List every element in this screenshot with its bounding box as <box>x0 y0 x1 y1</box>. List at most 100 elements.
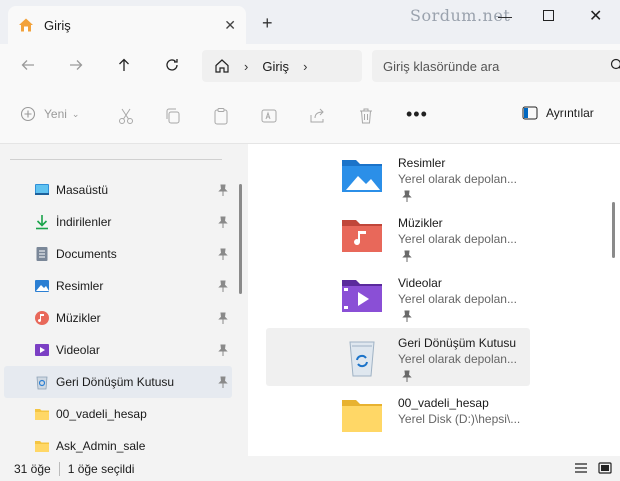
list-item-geri-donusum-kutusu[interactable]: Geri Dönüşüm Kutusu Yerel olarak depolan… <box>266 328 530 386</box>
sidebar-item-label: Resimler <box>56 279 104 293</box>
close-window-button[interactable]: ✕ <box>589 6 602 26</box>
share-icon[interactable] <box>307 106 327 126</box>
details-view-icon[interactable] <box>574 462 588 474</box>
pin-icon <box>402 370 412 382</box>
item-count: 31 öğe <box>14 461 51 476</box>
music-folder-icon <box>342 220 382 252</box>
sidebar-item-videolar[interactable]: Videolar <box>4 334 232 366</box>
chevron-right-icon: › <box>244 58 249 74</box>
video-icon <box>35 344 49 356</box>
maximize-button[interactable] <box>543 10 554 21</box>
item-location: Yerel olarak depolan... <box>398 232 517 246</box>
copy-icon[interactable] <box>163 106 183 126</box>
sidebar-item-geri-donusum-kutusu[interactable]: Geri Dönüşüm Kutusu <box>4 366 232 398</box>
search-icon <box>610 58 620 70</box>
sidebar-item-00-vadeli-hesap[interactable]: 00_vadeli_hesap <box>4 398 232 430</box>
new-button[interactable]: Yeni ⌄ <box>20 106 79 122</box>
pin-icon[interactable] <box>218 248 228 260</box>
desktop-icon <box>35 184 49 195</box>
item-name: Resimler <box>398 156 446 170</box>
new-button-label: Yeni <box>44 107 67 121</box>
chevron-right-icon[interactable]: › <box>303 59 307 74</box>
sidebar-item-indirilenler[interactable]: İndirilenler <box>4 206 232 238</box>
sidebar-scrollbar[interactable] <box>239 184 242 294</box>
sidebar-item-muzikler[interactable]: Müzikler <box>4 302 232 334</box>
status-bar: 31 öğe 1 öğe seçildi <box>0 456 620 481</box>
list-item-videolar[interactable]: Videolar Yerel olarak depolan... <box>266 268 530 326</box>
sidebar-item-label: 00_vadeli_hesap <box>56 407 147 421</box>
sidebar-item-label: Müzikler <box>56 311 101 325</box>
sidebar-item-label: Geri Dönüşüm Kutusu <box>56 375 175 389</box>
item-name: Videolar <box>398 276 442 290</box>
navigation-pane: Masaüstü İndirilenler Documents Resimler… <box>0 144 248 456</box>
tab-title: Giriş <box>44 17 71 33</box>
status-divider <box>58 461 60 476</box>
home-outline-icon <box>215 59 229 73</box>
sidebar-item-label: Masaüstü <box>56 183 109 197</box>
pin-icon[interactable] <box>218 184 228 196</box>
more-options-button[interactable]: ••• <box>406 104 428 125</box>
item-location: Yerel olarak depolan... <box>398 292 517 306</box>
pin-icon[interactable] <box>218 312 228 324</box>
address-bar[interactable]: › Giriş › <box>202 50 362 82</box>
document-icon <box>36 247 48 261</box>
item-name: 00_vadeli_hesap <box>398 396 489 410</box>
details-label: Ayrıntılar <box>546 106 594 120</box>
details-pane-icon <box>522 106 538 120</box>
sidebar-item-masaustu[interactable]: Masaüstü <box>4 174 232 206</box>
content-pane: Resimler Yerel olarak depolan... Müzikle… <box>248 144 620 456</box>
refresh-icon <box>166 59 178 71</box>
tab-close-icon[interactable]: ✕ <box>224 17 236 34</box>
pin-icon[interactable] <box>218 376 228 388</box>
navigation-bar: › Giriş › Giriş klasöründe ara <box>0 44 620 88</box>
minimize-button[interactable]: — <box>498 8 512 24</box>
folder-icon <box>35 441 49 452</box>
list-item-muzikler[interactable]: Müzikler Yerel olarak depolan... <box>266 208 530 266</box>
sidebar-item-label: Videolar <box>56 343 100 357</box>
paste-icon[interactable] <box>211 106 231 126</box>
cut-icon[interactable] <box>116 106 136 126</box>
item-name: Geri Dönüşüm Kutusu <box>398 336 517 350</box>
pin-icon[interactable] <box>218 344 228 356</box>
selection-count: 1 öğe seçildi <box>67 461 135 476</box>
sidebar-item-label: Ask_Admin_sale <box>56 439 146 453</box>
video-folder-icon <box>342 280 382 312</box>
refresh-button[interactable] <box>162 55 182 75</box>
item-name: Müzikler <box>398 216 443 230</box>
tiles-view-icon[interactable] <box>598 462 612 474</box>
sidebar-divider <box>10 159 222 160</box>
up-button[interactable] <box>114 55 134 75</box>
tab-giris[interactable]: Giriş ✕ <box>8 6 246 44</box>
music-icon <box>35 311 49 325</box>
pictures-icon <box>35 280 49 292</box>
search-input[interactable]: Giriş klasöründe ara <box>372 50 620 82</box>
pin-icon <box>402 190 412 202</box>
recycle-bin-icon <box>36 376 48 390</box>
folder-icon <box>342 400 382 432</box>
sidebar-item-resimler[interactable]: Resimler <box>4 270 232 302</box>
arrow-right-icon <box>70 60 83 70</box>
details-pane-button[interactable]: Ayrıntılar <box>522 106 594 120</box>
sidebar-item-label: Documents <box>56 247 117 261</box>
arrow-left-icon <box>21 60 34 70</box>
new-tab-button[interactable]: + <box>262 14 273 32</box>
search-placeholder: Giriş klasöründe ara <box>383 58 500 74</box>
brand-watermark: Sordum.net <box>410 6 511 25</box>
arrow-up-icon <box>119 58 129 71</box>
sidebar-item-documents[interactable]: Documents <box>4 238 232 270</box>
list-item-resimler[interactable]: Resimler Yerel olarak depolan... <box>266 148 530 206</box>
sidebar-item-label: İndirilenler <box>56 215 112 229</box>
content-scrollbar[interactable] <box>612 202 615 258</box>
pin-icon <box>402 310 412 322</box>
rename-icon[interactable] <box>259 106 279 126</box>
list-item-00-vadeli-hesap[interactable]: 00_vadeli_hesap Yerel Disk (D:)\hepsi\..… <box>266 388 530 446</box>
item-location: Yerel olarak depolan... <box>398 172 517 186</box>
pin-icon[interactable] <box>218 280 228 292</box>
home-icon <box>19 18 33 32</box>
back-button[interactable] <box>18 55 38 75</box>
breadcrumb[interactable]: Giriş <box>262 59 289 74</box>
delete-icon[interactable] <box>356 106 376 126</box>
recycle-bin-icon <box>349 341 375 377</box>
forward-button[interactable] <box>66 55 86 75</box>
pin-icon[interactable] <box>218 216 228 228</box>
